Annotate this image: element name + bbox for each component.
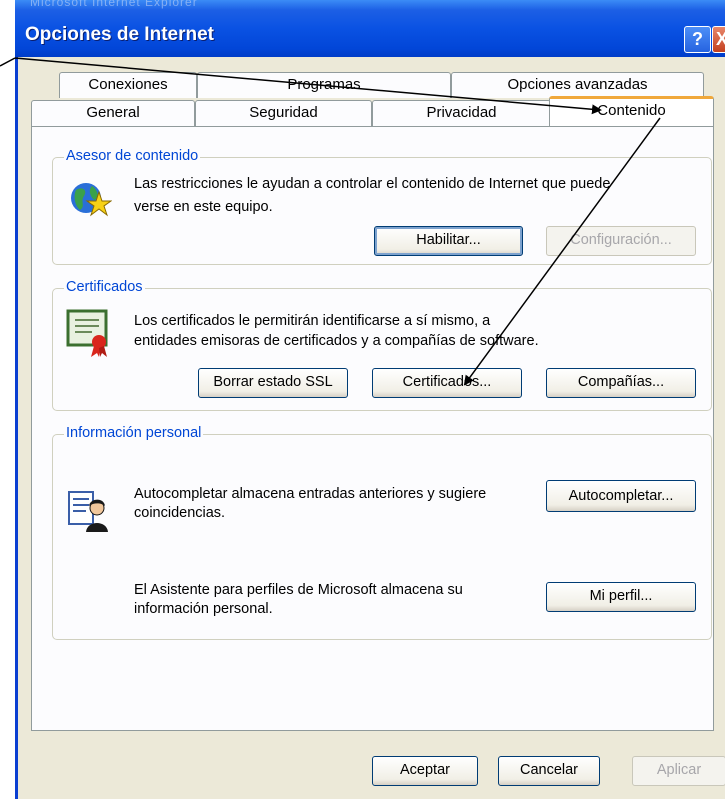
annotation-line-top [0, 57, 16, 67]
help-button[interactable]: ? [684, 26, 711, 53]
tab-conexiones[interactable]: Conexiones [59, 72, 197, 98]
window-title: Opciones de Internet [25, 24, 214, 45]
autocompletar-text-line2: coincidencias. [134, 505, 226, 521]
habilitar-button[interactable]: Habilitar... [374, 226, 523, 256]
tab-seguridad[interactable]: Seguridad [195, 100, 372, 126]
background-window-title: Microsoft Internet Explorer [30, 0, 198, 9]
certificados-group-label: Certificados [64, 279, 145, 295]
companias-button[interactable]: Compañías... [546, 368, 696, 398]
asesor-group-label: Asesor de contenido [64, 148, 201, 164]
certificados-text-line1: Los certificados le permitirán identific… [134, 313, 491, 329]
autocompletar-button[interactable]: Autocompletar... [546, 480, 696, 512]
certificados-text-line2: entidades emisoras de certificados y a c… [134, 333, 539, 349]
tab-programas[interactable]: Programas [197, 72, 451, 98]
autocompletar-text-line1: Autocompletar almacena entradas anterior… [134, 486, 487, 502]
tab-contenido[interactable]: Contenido [549, 96, 714, 126]
asesor-text-line2: verse en este equipo. [134, 199, 273, 215]
tab-privacidad[interactable]: Privacidad [372, 100, 551, 126]
borrar-ssl-button[interactable]: Borrar estado SSL [198, 368, 348, 398]
configuracion-button[interactable]: Configuración... [546, 226, 696, 256]
certificate-icon [66, 308, 112, 358]
aceptar-button[interactable]: Aceptar [372, 756, 478, 786]
perfil-text-line1: El Asistente para perfiles de Microsoft … [134, 582, 463, 598]
asesor-text-line1: Las restricciones le ayudan a controlar … [134, 176, 611, 192]
aplicar-button[interactable]: Aplicar [632, 756, 725, 786]
tab-general[interactable]: General [31, 100, 195, 126]
certificados-button[interactable]: Certificados... [372, 368, 522, 398]
personal-group-label: Información personal [64, 425, 204, 441]
close-button[interactable]: X [712, 26, 725, 53]
profile-assistant-icon [66, 488, 114, 536]
cancelar-button[interactable]: Cancelar [498, 756, 600, 786]
globe-star-icon [66, 176, 113, 222]
tab-opciones-avanzadas[interactable]: Opciones avanzadas [451, 72, 704, 98]
mi-perfil-button[interactable]: Mi perfil... [546, 582, 696, 612]
perfil-text-line2: información personal. [134, 601, 273, 617]
